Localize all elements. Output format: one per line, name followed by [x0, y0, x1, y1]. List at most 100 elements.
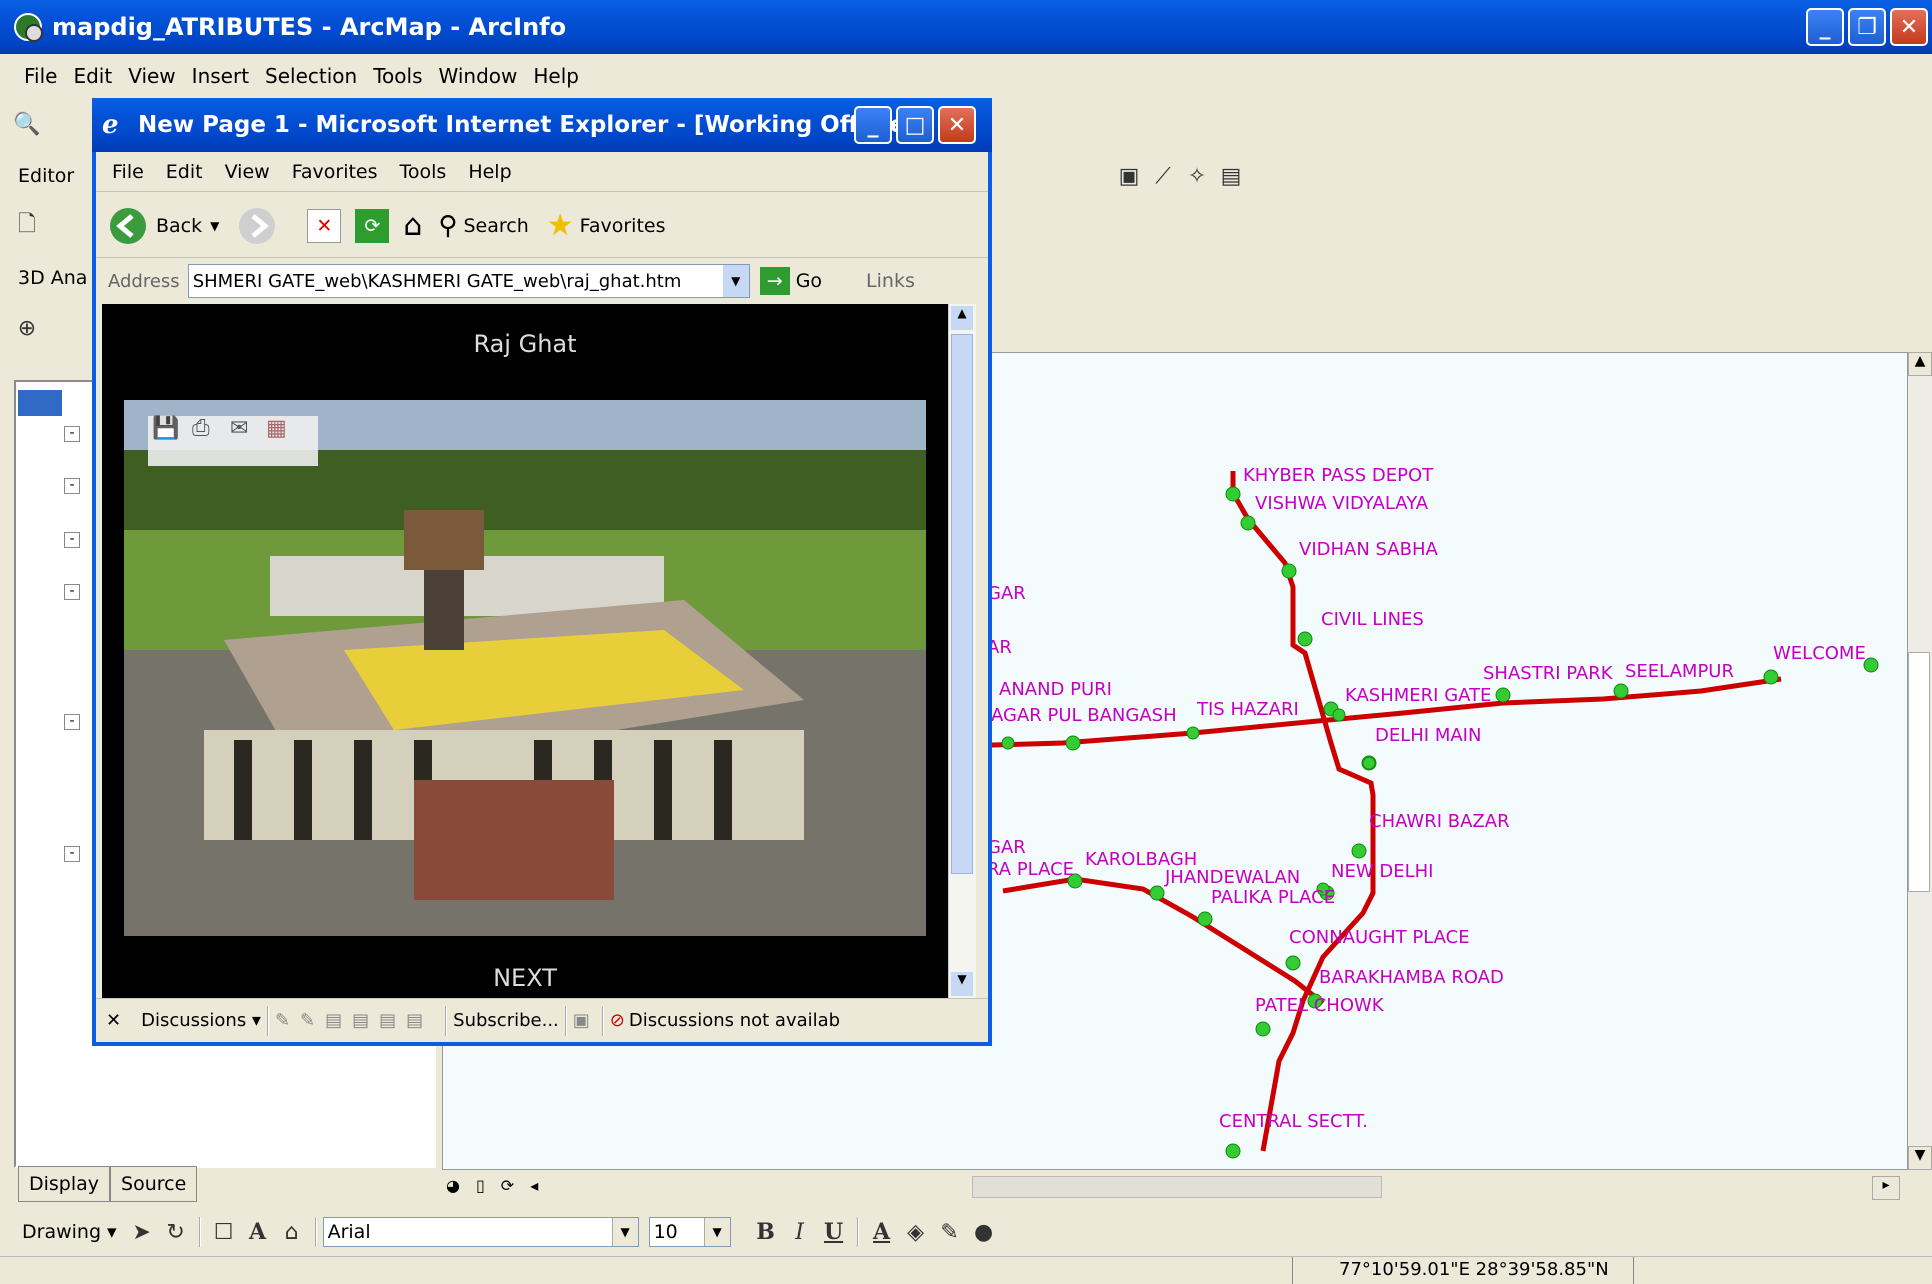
- subscribe-button[interactable]: Subscribe...: [453, 1010, 559, 1031]
- go-button[interactable]: → Go: [759, 267, 822, 295]
- back-button[interactable]: Back ▼: [108, 206, 219, 246]
- scroll-up-icon[interactable]: ▲: [1908, 352, 1932, 376]
- tab-display[interactable]: Display: [18, 1166, 111, 1202]
- expand-toggle[interactable]: -: [64, 584, 80, 600]
- station-label: TIS HAZARI: [1196, 699, 1299, 720]
- discussions-menu[interactable]: Discussions ▾: [141, 1010, 261, 1031]
- marker-color-icon[interactable]: ●: [967, 1215, 1001, 1249]
- ie-toolbar: Back ▼ ✕ ⟳ ⌂ ⚲ Search ★ Favorites: [96, 194, 988, 258]
- menu-help[interactable]: Help: [525, 64, 587, 88]
- address-field[interactable]: SHMERI GATE_web\KASHMERI GATE_web\raj_gh…: [187, 264, 750, 298]
- ie-menu-help[interactable]: Help: [464, 161, 529, 183]
- italic-button[interactable]: I: [783, 1215, 817, 1249]
- expand-toggle[interactable]: -: [64, 846, 80, 862]
- select-elements-icon[interactable]: ➤: [125, 1215, 159, 1249]
- ie-menu-edit[interactable]: Edit: [162, 161, 221, 183]
- discussions-bar: ✕ Discussions ▾ ✎✎▤▤▤▤ Subscribe... ▣ ⊘ …: [96, 998, 988, 1042]
- ie-vertical-scrollbar[interactable]: ▲ ▼: [948, 304, 976, 998]
- page-heading: Raj Ghat: [473, 330, 577, 358]
- ie-scroll-thumb[interactable]: [951, 334, 973, 874]
- font-color-button[interactable]: A: [865, 1215, 899, 1249]
- discussion-tools-icon[interactable]: ✎✎▤▤▤▤: [275, 1010, 433, 1031]
- edit-icon[interactable]: ✧: [1180, 159, 1214, 193]
- font-size-select[interactable]: 10 ▼: [648, 1217, 731, 1247]
- layers-selected[interactable]: [18, 390, 62, 416]
- restore-button[interactable]: ❐: [1848, 8, 1886, 46]
- expand-toggle[interactable]: -: [64, 532, 80, 548]
- links-button[interactable]: Links: [866, 270, 915, 292]
- expand-toggle[interactable]: -: [64, 714, 80, 730]
- rotate-icon[interactable]: ↻: [159, 1215, 193, 1249]
- home-icon[interactable]: ⌂: [403, 208, 422, 243]
- scroll-right-icon[interactable]: ▸: [1872, 1176, 1900, 1200]
- ie-close-button[interactable]: ✕: [938, 106, 976, 144]
- view-toggle: ◕ ▯ ⟳ ◂: [446, 1176, 538, 1195]
- menu-selection[interactable]: Selection: [257, 64, 365, 88]
- callout-icon[interactable]: ⌂: [275, 1215, 309, 1249]
- back-arrow-icon: [110, 207, 146, 244]
- station-label: KHYBER PASS DEPOT: [1243, 465, 1434, 486]
- expand-toggle[interactable]: -: [64, 426, 80, 442]
- station-label: VIDHAN SABHA: [1299, 539, 1438, 560]
- underline-button[interactable]: U: [817, 1215, 851, 1249]
- ie-maximize-button[interactable]: □: [896, 106, 934, 144]
- menu-file[interactable]: File: [16, 64, 65, 88]
- editor-menu[interactable]: Editor: [10, 165, 82, 187]
- menu-tools[interactable]: Tools: [365, 64, 430, 88]
- menu-view[interactable]: View: [120, 64, 183, 88]
- refresh-icon[interactable]: ⟳: [355, 208, 390, 243]
- close-discussions-icon[interactable]: ✕: [106, 1010, 121, 1031]
- station-label: GAR: [987, 837, 1026, 858]
- menu-window[interactable]: Window: [431, 64, 526, 88]
- refresh-map-icon[interactable]: ⟳: [501, 1176, 514, 1195]
- close-button[interactable]: ✕: [1890, 8, 1928, 46]
- ie-menu-tools[interactable]: Tools: [396, 161, 465, 183]
- my-pictures-icon[interactable]: ▦: [266, 416, 287, 441]
- rectangle-icon[interactable]: ☐: [207, 1215, 241, 1249]
- identify-icon[interactable]: 🔍: [10, 107, 44, 141]
- map-horizontal-scrollbar[interactable]: [972, 1176, 1382, 1198]
- fill-color-icon[interactable]: ◈: [899, 1215, 933, 1249]
- minimize-button[interactable]: _: [1806, 8, 1844, 46]
- drawing-menu[interactable]: Drawing ▾: [22, 1221, 117, 1243]
- line-color-icon[interactable]: ✎: [933, 1215, 967, 1249]
- scroll-thumb[interactable]: [1908, 652, 1930, 892]
- attributes-icon[interactable]: ▤: [1214, 159, 1248, 193]
- zoom-in-icon[interactable]: ⊕: [10, 311, 44, 345]
- search-button[interactable]: ⚲ Search: [438, 211, 528, 241]
- ie-menu-favorites[interactable]: Favorites: [288, 161, 396, 183]
- sketch-icon[interactable]: ⟋: [1146, 159, 1180, 193]
- favorites-button[interactable]: ★ Favorites: [547, 208, 666, 243]
- map-vertical-scrollbar[interactable]: ▲ ▼: [1908, 352, 1932, 1170]
- menu-edit[interactable]: Edit: [65, 64, 120, 88]
- pane-icon[interactable]: ▣: [573, 1010, 590, 1031]
- 3d-analyst-menu[interactable]: 3D Ana: [10, 267, 95, 289]
- next-link[interactable]: NEXT: [102, 964, 948, 992]
- save-image-icon[interactable]: 💾: [152, 416, 179, 441]
- task-box-icon[interactable]: ▣: [1112, 159, 1146, 193]
- ie-minimize-button[interactable]: _: [854, 106, 892, 144]
- station-label: VISHWA VIDYALAYA: [1255, 493, 1429, 514]
- editor-tools-right: ▣ ⟋ ✧ ▤: [1112, 154, 1248, 198]
- bold-button[interactable]: B: [749, 1215, 783, 1249]
- print-image-icon[interactable]: ⎙: [192, 416, 210, 441]
- ie-menu-file[interactable]: File: [108, 161, 162, 183]
- scroll-left-icon[interactable]: ◂: [530, 1176, 538, 1195]
- layout-view-icon[interactable]: ▯: [476, 1176, 485, 1195]
- stop-icon[interactable]: ✕: [307, 208, 342, 243]
- font-select[interactable]: Arial ▼: [322, 1217, 639, 1247]
- data-view-icon[interactable]: ◕: [446, 1176, 460, 1195]
- expand-toggle[interactable]: -: [64, 478, 80, 494]
- email-image-icon[interactable]: ✉: [230, 416, 248, 441]
- ie-scroll-up-icon[interactable]: ▲: [951, 306, 973, 330]
- menu-insert[interactable]: Insert: [184, 64, 257, 88]
- forward-arrow-icon[interactable]: [237, 206, 277, 246]
- scroll-down-icon[interactable]: ▼: [1908, 1146, 1932, 1170]
- tab-source[interactable]: Source: [110, 1166, 198, 1202]
- station-label: ANAND PURI: [999, 679, 1112, 700]
- ie-menu-view[interactable]: View: [221, 161, 288, 183]
- address-dropdown-icon[interactable]: ▼: [722, 265, 749, 297]
- ie-scroll-down-icon[interactable]: ▼: [951, 972, 973, 996]
- new-text-button[interactable]: A: [241, 1215, 275, 1249]
- new-document-icon[interactable]: 🗋: [10, 209, 44, 243]
